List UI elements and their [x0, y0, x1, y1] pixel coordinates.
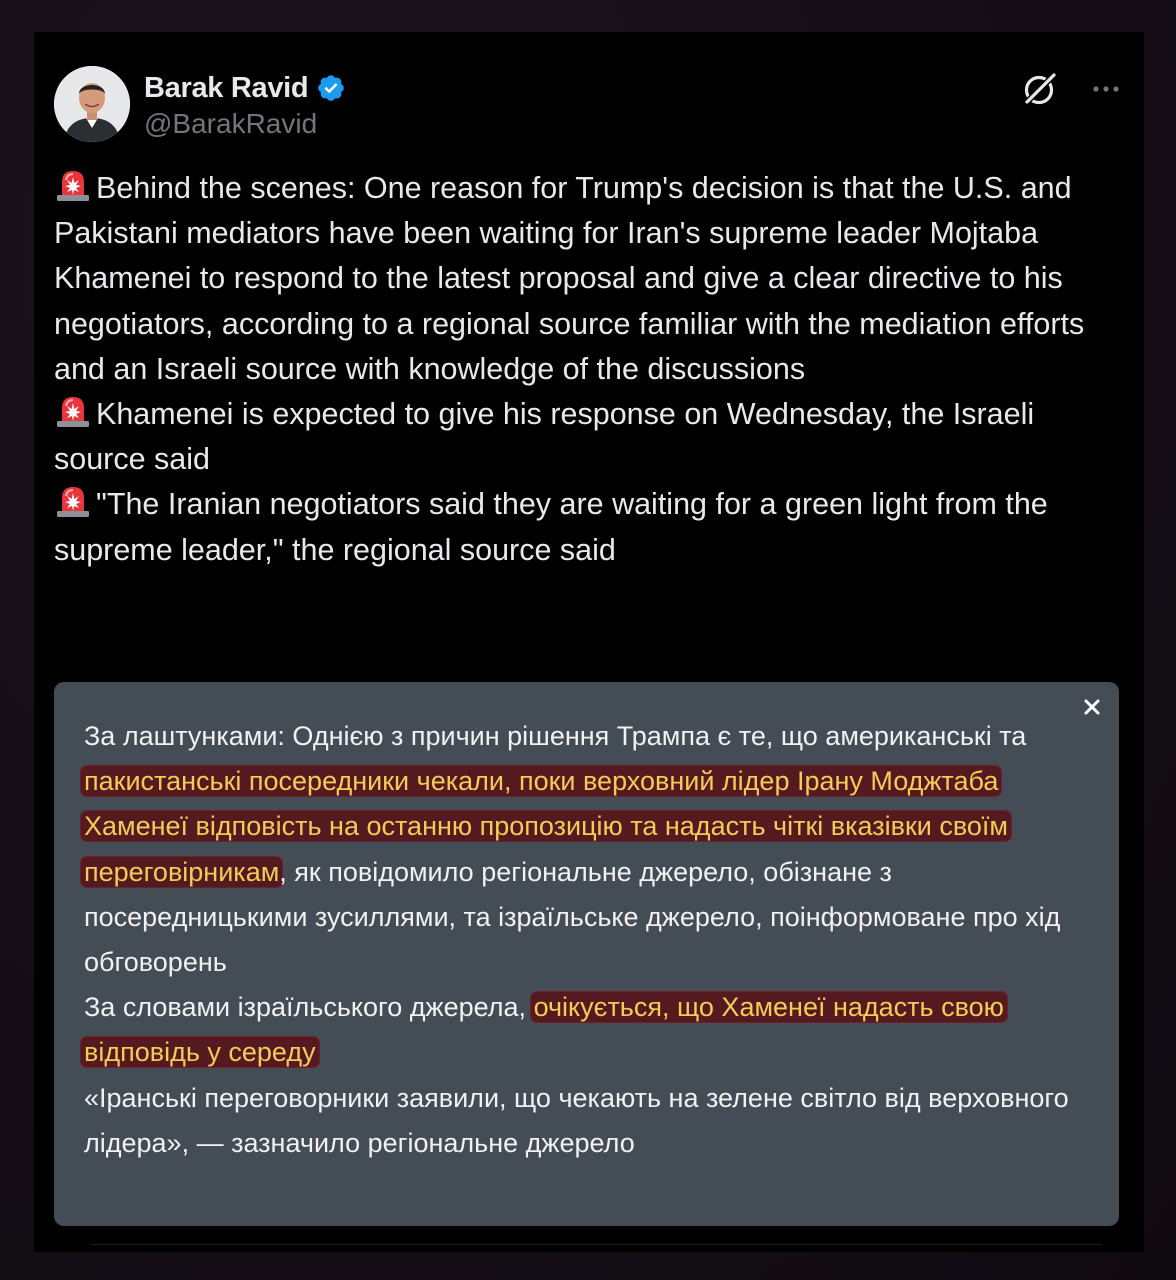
- author-name[interactable]: Barak Ravid: [144, 72, 309, 105]
- translation-paragraph-1: За лаштунками: Однією з причин рішення Т…: [81, 714, 1094, 985]
- tweet-paragraph-2: Khamenei is expected to give his respons…: [54, 392, 1124, 482]
- tweet-text: Behind the scenes: One reason for Trump'…: [54, 166, 1124, 573]
- tweet-header: Barak Ravid @BarakRavid: [54, 66, 1124, 146]
- screenshot-frame: Barak Ravid @BarakRavid Behind the scene…: [0, 0, 1176, 1280]
- siren-emoji-icon: [57, 171, 89, 201]
- tweet-card: Barak Ravid @BarakRavid Behind the scene…: [34, 32, 1144, 1252]
- more-options-icon[interactable]: [1088, 71, 1124, 107]
- tweet-paragraph-3-text: "The Iranian negotiators said they are w…: [54, 487, 1048, 567]
- grok-icon[interactable]: [1020, 69, 1060, 109]
- header-actions: [1020, 66, 1124, 112]
- tweet-paragraph-2-text: Khamenei is expected to give his respons…: [54, 397, 1035, 477]
- siren-emoji-icon: [57, 397, 89, 428]
- translation-text: За лаштунками: Однією з причин рішення Т…: [81, 714, 1094, 1166]
- tweet-paragraph-1: Behind the scenes: One reason for Trump'…: [54, 166, 1124, 392]
- translation-paragraph-1-start: За лаштунками: Однією з причин рішення Т…: [84, 721, 1027, 751]
- avatar[interactable]: [54, 66, 130, 142]
- translation-paragraph-2-start: За словами ізраїльського джерела,: [84, 992, 534, 1023]
- author-name-row: Barak Ravid: [144, 68, 346, 108]
- tweet-paragraph-3: "The Iranian negotiators said they are w…: [54, 482, 1124, 572]
- siren-emoji-icon: [57, 487, 89, 518]
- avatar-image: [54, 66, 130, 142]
- translation-paragraph-3: «Іранські переговорники заявили, що чека…: [84, 1082, 1069, 1158]
- translation-overlay: За лаштунками: Однією з причин рішення Т…: [54, 682, 1119, 1226]
- verified-badge-icon: [318, 75, 345, 101]
- author-handle[interactable]: @BarakRavid: [144, 108, 317, 140]
- divider: [92, 1244, 1102, 1245]
- translation-paragraph-2: За словами ізраїльського джерела, очікує…: [81, 985, 1094, 1075]
- tweet-paragraph-1-text: Behind the scenes: One reason for Trump'…: [54, 171, 1085, 386]
